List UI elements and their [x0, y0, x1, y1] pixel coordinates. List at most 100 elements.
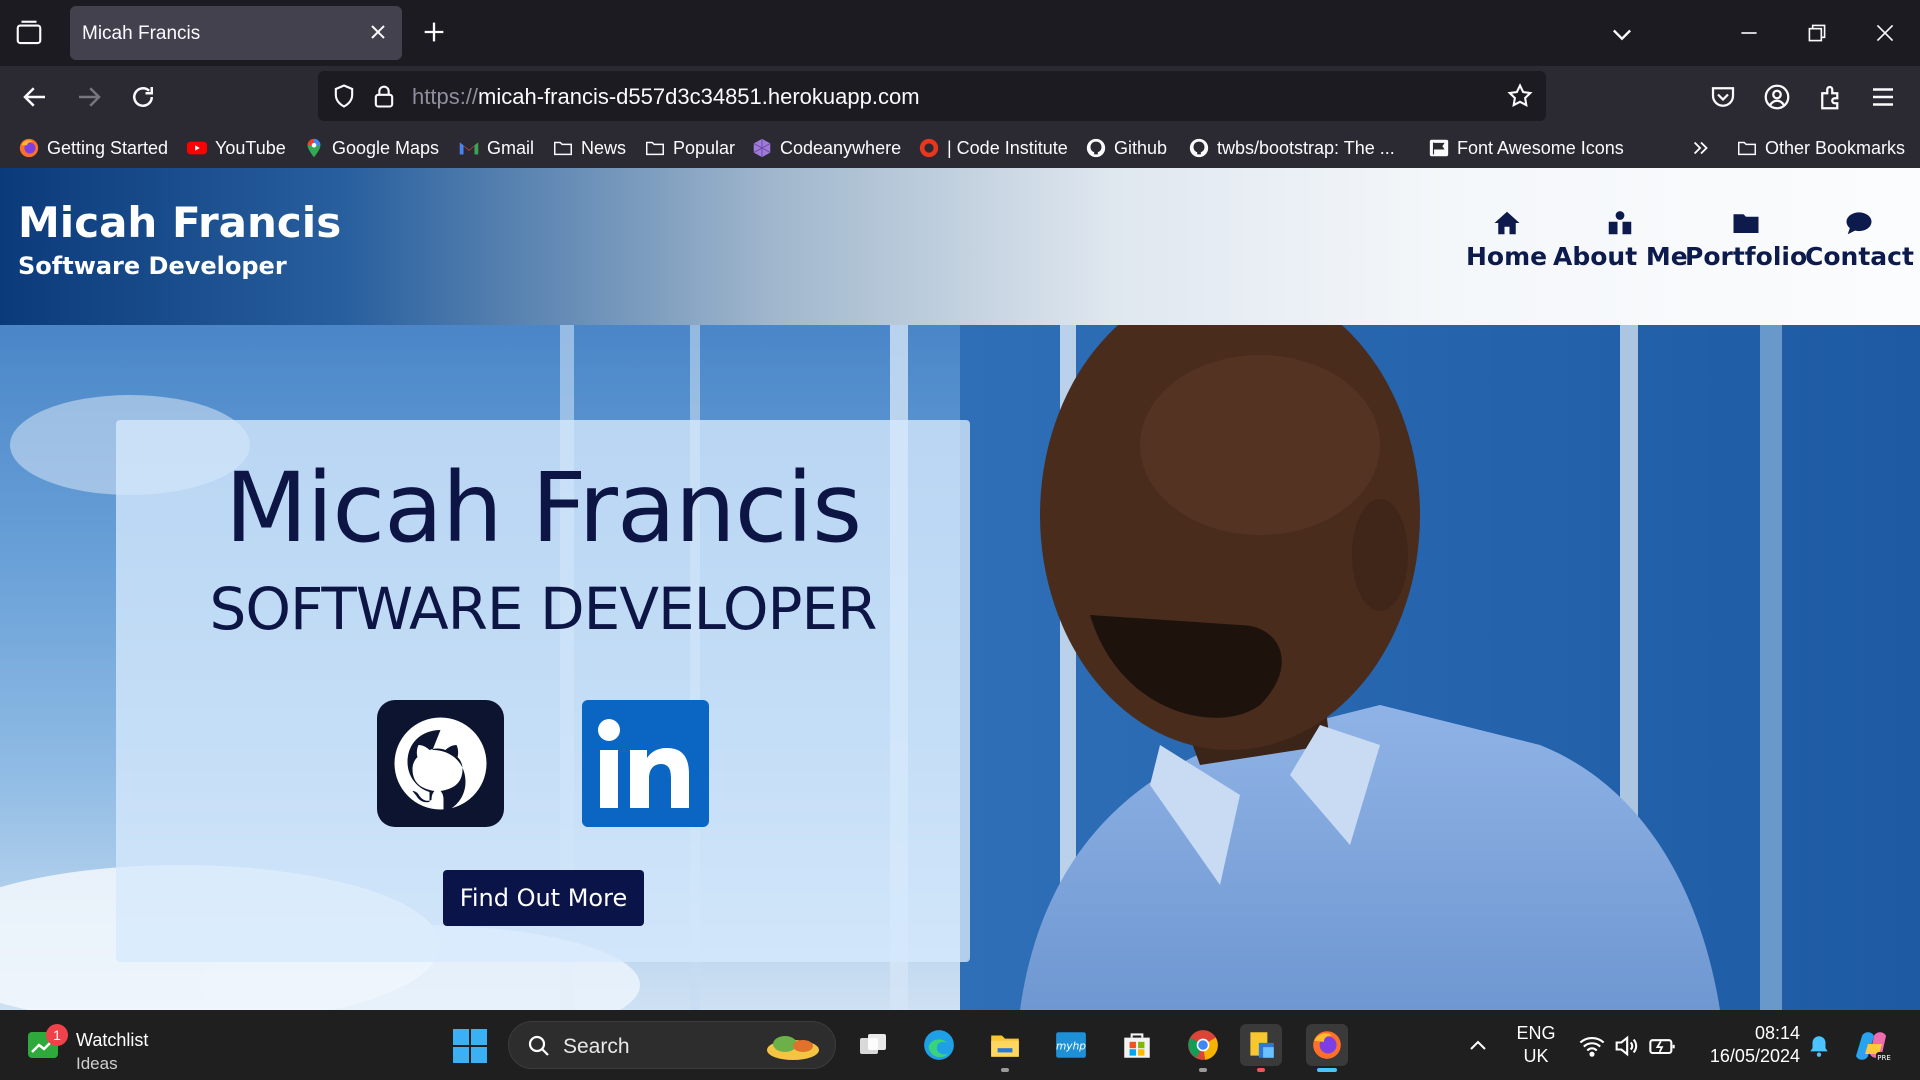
tab-active[interactable]: Micah Francis [70, 6, 402, 60]
tab-list-icon[interactable] [14, 18, 44, 48]
chevron-up-icon[interactable] [1466, 1034, 1490, 1058]
battery-icon[interactable] [1648, 1032, 1676, 1060]
task-view-icon[interactable] [852, 1024, 894, 1066]
bookmark-popular[interactable]: Popular [644, 134, 735, 162]
bookmark-codeanywhere[interactable]: Codeanywhere [751, 134, 901, 162]
chevron-down-icon[interactable] [1608, 20, 1636, 48]
url-bar[interactable]: https://micah-francis-d557d3c34851.herok… [318, 71, 1546, 121]
find-out-more-button[interactable]: Find Out More [443, 870, 644, 926]
firefox-icon[interactable] [1306, 1024, 1348, 1072]
restore-icon[interactable] [1804, 20, 1830, 46]
bookmark-label: News [581, 137, 627, 158]
lock-icon[interactable] [370, 82, 398, 110]
github-icon [1189, 138, 1209, 158]
language-region: UK [1523, 1046, 1549, 1066]
clock[interactable]: 08:14 16/05/2024 [1688, 1022, 1800, 1068]
reload-icon[interactable] [128, 82, 158, 112]
extensions-icon[interactable] [1816, 82, 1846, 112]
bookmark-label: Font Awesome Icons [1457, 137, 1624, 158]
firefox-icon [19, 138, 39, 158]
url-protocol: https:// [412, 84, 479, 109]
bookmark-twbs-bootstrap[interactable]: twbs/bootstrap: The ... [1188, 134, 1395, 162]
widget-title: Watchlist [76, 1030, 149, 1050]
bookmark-code-institute[interactable]: | Code Institute [918, 134, 1068, 162]
hero-card: Micah Francis SOFTWARE DEVELOPER Find Ou… [116, 420, 970, 962]
search-highlight-icon [767, 1036, 819, 1060]
myhp-icon[interactable]: myhp [1050, 1024, 1092, 1066]
forward-arrow-icon[interactable] [74, 82, 104, 112]
running-indicator [1199, 1068, 1207, 1072]
url-text[interactable]: https://micah-francis-d557d3c34851.herok… [412, 84, 920, 110]
menu-icon[interactable] [1868, 82, 1898, 112]
search-label: Search [563, 1035, 630, 1058]
folder-icon [554, 141, 572, 156]
linkedin-link[interactable] [582, 700, 709, 827]
back-arrow-icon[interactable] [20, 82, 50, 112]
bookmark-star-icon[interactable] [1506, 82, 1534, 110]
folder-icon [646, 141, 664, 156]
language-indicator[interactable]: ENG UK [1508, 1022, 1564, 1068]
home-icon [1494, 211, 1520, 235]
bookmark-getting-started[interactable]: Getting Started [18, 134, 168, 162]
running-indicator [1001, 1068, 1009, 1072]
bookmark-youtube[interactable]: YouTube [186, 134, 286, 162]
chrome-icon[interactable] [1182, 1024, 1224, 1072]
new-tab-icon[interactable] [420, 18, 448, 46]
github-link[interactable] [377, 700, 504, 827]
hero-section: Micah Francis SOFTWARE DEVELOPER Find Ou… [0, 325, 1920, 1010]
bookmark-label: Codeanywhere [780, 137, 902, 158]
bookmark-font-awesome[interactable]: Font Awesome Icons [1428, 134, 1624, 162]
close-tab-icon[interactable] [366, 20, 390, 44]
nav-label: About Me [1553, 242, 1688, 271]
flag-icon [1429, 139, 1449, 157]
svg-text:PRE: PRE [1877, 1054, 1891, 1062]
tracking-shield-icon[interactable] [330, 82, 358, 110]
brand-title[interactable]: Micah Francis [18, 198, 341, 247]
bookmark-github[interactable]: Github [1085, 134, 1167, 162]
minimize-icon[interactable] [1736, 20, 1762, 46]
nav-home[interactable]: Home [1466, 208, 1547, 271]
file-explorer-icon[interactable] [984, 1024, 1026, 1072]
linkedin-icon [598, 719, 689, 808]
codeanywhere-icon [753, 138, 771, 158]
microsoft-store-icon[interactable] [1116, 1024, 1158, 1066]
screen: Micah Francis https://micah-francis-d557… [0, 0, 1920, 1080]
folder-icon [1738, 141, 1756, 156]
bookmark-gmail[interactable]: Gmail [458, 134, 534, 162]
maps-pin-icon [307, 138, 321, 158]
notes-app-icon[interactable] [1240, 1024, 1282, 1072]
copilot-icon[interactable]: PRE [1854, 1026, 1894, 1066]
other-bookmarks[interactable]: Other Bookmarks [1736, 134, 1905, 162]
windows-start-icon[interactable] [452, 1028, 488, 1064]
nav-label: Contact [1805, 242, 1914, 271]
nav-about-me[interactable]: About Me [1553, 208, 1688, 271]
clock-time: 08:14 [1754, 1023, 1800, 1043]
edge-icon[interactable] [918, 1024, 960, 1066]
user-icon [1609, 211, 1632, 235]
taskbar-search[interactable]: Search [508, 1021, 836, 1069]
web-page: Micah Francis Software Developer Home Ab… [0, 168, 1920, 1010]
url-host: micah-francis-d557d3c34851.herokuapp.com [478, 84, 920, 109]
bookmark-google-maps[interactable]: Google Maps [303, 134, 439, 162]
wifi-icon[interactable] [1578, 1032, 1606, 1060]
close-window-icon[interactable] [1872, 20, 1898, 46]
hero-role: SOFTWARE DEVELOPER [209, 575, 878, 643]
widget-subtitle: Ideas [76, 1054, 118, 1073]
notification-bell-icon[interactable] [1806, 1032, 1832, 1060]
bookmarks-overflow-icon[interactable] [1690, 134, 1712, 162]
volume-icon[interactable] [1612, 1032, 1640, 1060]
nav-portfolio[interactable]: Portfolio [1685, 208, 1807, 271]
bookmark-news[interactable]: News [552, 134, 626, 162]
folder-icon [1733, 214, 1759, 233]
bookmark-label: twbs/bootstrap: The ... [1217, 137, 1395, 158]
tab-bar: Micah Francis [0, 0, 1920, 66]
pocket-icon[interactable] [1708, 82, 1738, 112]
github-icon [394, 717, 487, 812]
running-indicator [1257, 1068, 1265, 1072]
watchlist-widget[interactable]: 1 Watchlist Ideas [28, 1020, 188, 1073]
nav-contact[interactable]: Contact [1805, 208, 1914, 271]
github-icon [1086, 138, 1106, 158]
gmail-icon [459, 142, 479, 155]
account-icon[interactable] [1762, 82, 1792, 112]
bookmarks-toolbar: Getting Started YouTube Google Maps Gmai… [0, 128, 1920, 168]
